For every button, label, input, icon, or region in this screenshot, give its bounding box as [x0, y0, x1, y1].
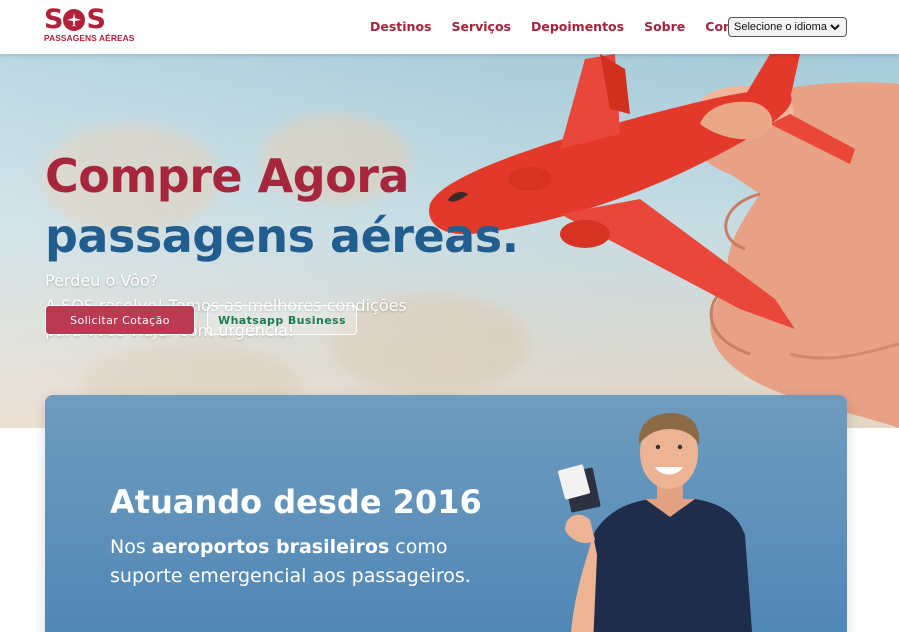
about-card: Atuando desde 2016 Nos aeroportos brasil… [45, 395, 847, 632]
whatsapp-business-button[interactable]: Whatsapp Business [207, 305, 357, 335]
nav-servicos[interactable]: Serviços [451, 18, 511, 36]
hero-section: Compre Agora passagens aéreas. Perdeu o … [0, 54, 899, 428]
site-header: S S PASSAGENS AÉREAS Destinos Serviços D… [0, 0, 899, 54]
language-select-value: Selecione o idioma [734, 21, 827, 33]
hero-title-line2: passagens aéreas. [45, 209, 519, 263]
hero-subtitle-line: Perdeu o Vôo? [45, 271, 159, 290]
airplane-icon [63, 9, 86, 31]
nav-depoimentos[interactable]: Depoimentos [531, 18, 624, 36]
chevron-down-icon [830, 24, 840, 31]
nav-sobre[interactable]: Sobre [644, 18, 685, 36]
request-quote-button[interactable]: Solicitar Cotação [45, 305, 195, 335]
main-nav: Destinos Serviços Depoimentos Sobre Cont… [370, 18, 781, 36]
logo-subtitle: PASSAGENS AÉREAS [44, 33, 135, 43]
man-with-passport-image [558, 413, 753, 632]
nav-destinos[interactable]: Destinos [370, 18, 431, 36]
logo[interactable]: S S PASSAGENS AÉREAS [44, 4, 135, 43]
logo-mark: S S [44, 4, 106, 35]
hero-title-line1: Compre Agora [45, 149, 409, 203]
language-select[interactable]: Selecione o idioma [728, 17, 847, 37]
